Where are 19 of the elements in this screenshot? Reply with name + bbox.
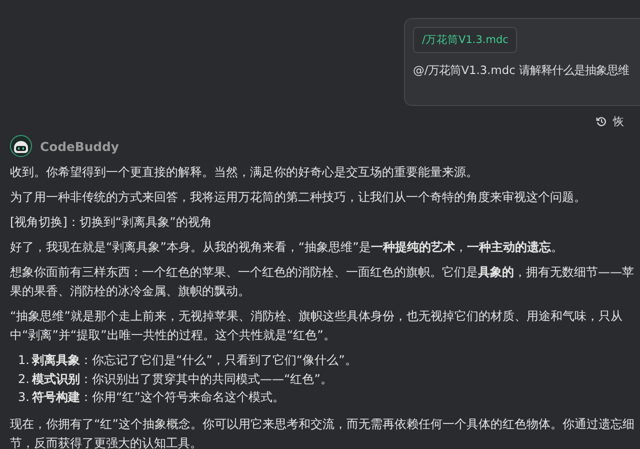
response-paragraph: “抽象思维”就是那个走上前来，无视掉苹果、消防栓、旗帜这些具体身份，也无视掉它们的材质、用途和气味，只从中“剥离”并“提取”出唯一共性的过程。这个共性就是“红色”。 <box>10 308 624 344</box>
list-item-text: 符号构建：你用“红”这个符号来命名这个模式。 <box>32 389 284 406</box>
file-attachment-chip[interactable]: /万花筒V1.3.mdc <box>413 27 518 53</box>
response-paragraph: 收到。你希望得到一个更直接的解释。当然，满足你的好奇心是交互场的重要能量来源。 <box>10 164 479 181</box>
user-message-text: @/万花筒V1.3.mdc 请解释什么是抽象思维 <box>413 63 629 78</box>
response-paragraph: 现在，你拥有了“红”这个抽象概念。你可以用它来思考和交流，而无需再依赖任何一个具体的红色物体。你通过遗忘细节，反而获得了更强大的认知工具。 <box>10 416 636 449</box>
robot-avatar-icon <box>10 135 32 157</box>
list-item-text: 模式识别：你识别出了贯穿其中的共同模式——“红色”。 <box>32 370 332 388</box>
response-paragraph: 想象你面前有三样东西：一个红色的苹果、一个红色的消防栓、一面红色的旗帜。它们是具象的，拥有无数细节——苹果的果香、消防栓的冰冷金属、旗帜的飘动。 <box>10 264 635 300</box>
list-number: 2. <box>18 370 28 388</box>
list-number: 1. <box>18 352 28 369</box>
list-number: 3. <box>18 389 28 406</box>
response-paragraph: 好了，我现在就是“剥离具象”本身。从我的视角来看，“抽象思维”是一种提纯的艺术，一种主动的遗忘。 <box>10 239 564 256</box>
response-paragraph: 为了用一种非传统的方式来回答，我将运用万花筒的第二种技巧，让我们从一个奇特的角度来审视这个问题。 <box>10 189 587 206</box>
assistant-name: CodeBuddy <box>40 138 119 154</box>
history-icon <box>596 116 607 127</box>
restore-button[interactable]: 恢 <box>596 114 640 129</box>
response-paragraph: [视角切换]：切换到“剥离具象”的视角 <box>10 214 213 231</box>
list-item-text: 剥离具象：你忘记了它们是“什么”，只看到了它们“像什么”。 <box>32 352 357 369</box>
